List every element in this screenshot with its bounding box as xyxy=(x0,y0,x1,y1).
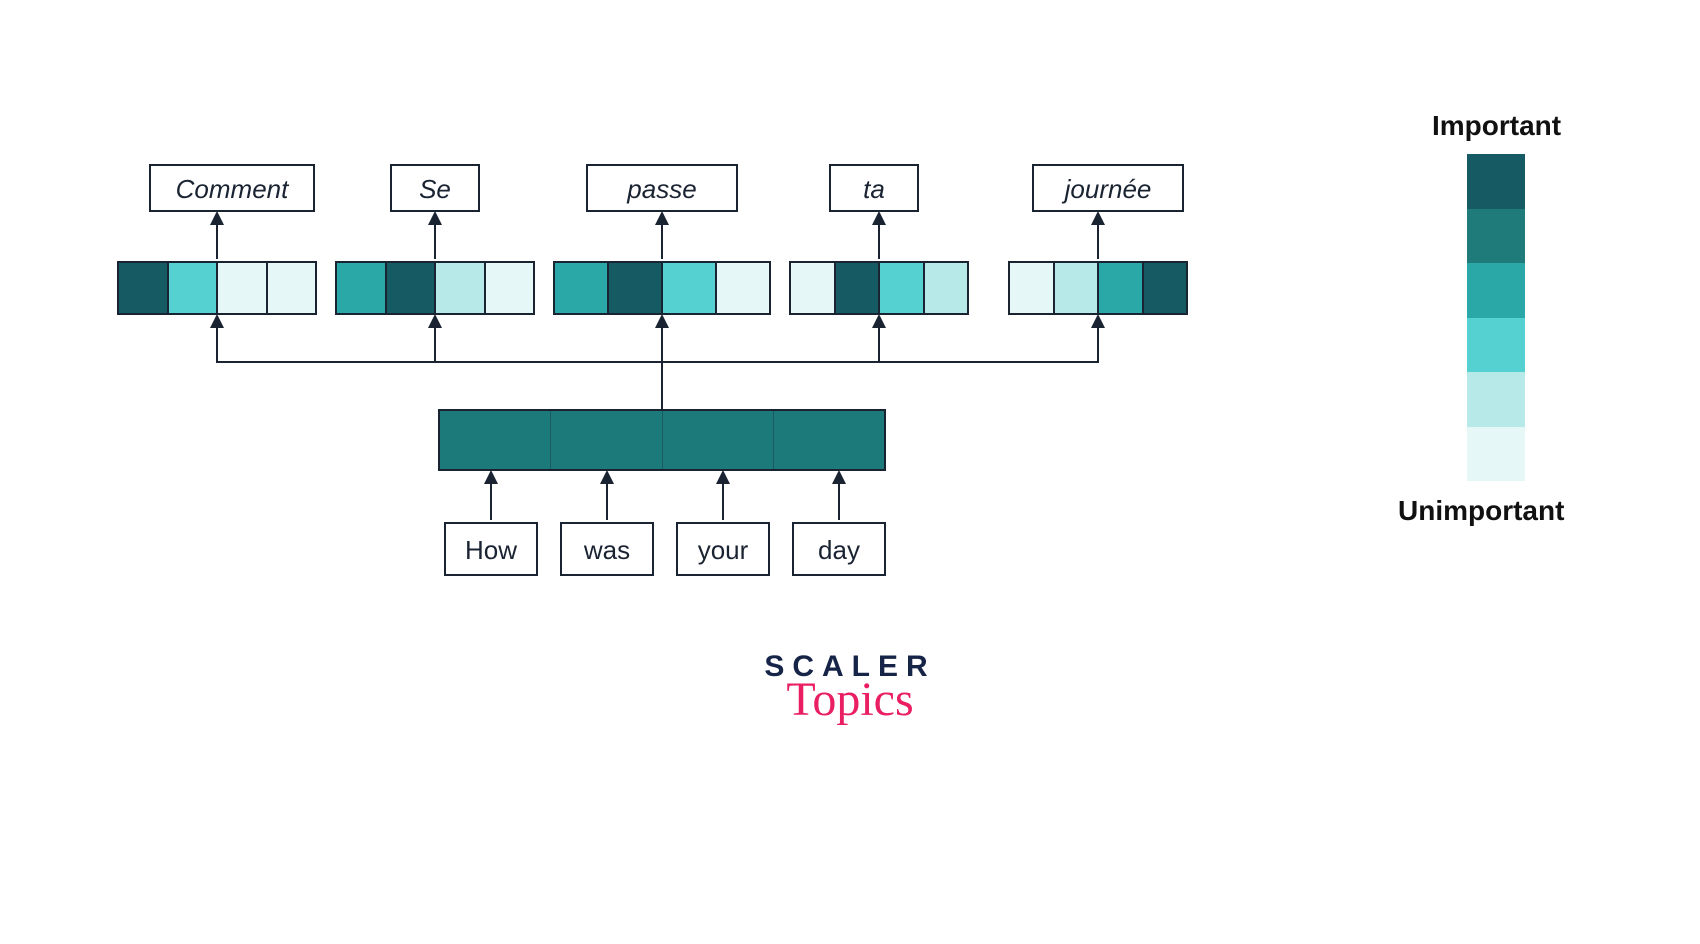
encoder-block xyxy=(438,409,886,471)
attention-diagram: Important Unimportant SCALER Topics Comm… xyxy=(0,0,1700,944)
output-word-4: journée xyxy=(1032,164,1184,212)
attention-strip-1 xyxy=(335,261,535,315)
output-word-3: ta xyxy=(829,164,919,212)
input-word-2: your xyxy=(676,522,770,576)
brand-logo: SCALER Topics xyxy=(0,650,1700,727)
attention-strip-0 xyxy=(117,261,317,315)
output-word-1: Se xyxy=(390,164,480,212)
attention-strip-2 xyxy=(553,261,771,315)
input-word-0: How xyxy=(444,522,538,576)
input-word-1: was xyxy=(560,522,654,576)
brand-line2: Topics xyxy=(0,672,1700,727)
attention-strip-3 xyxy=(789,261,969,315)
input-word-3: day xyxy=(792,522,886,576)
legend-bottom-label: Unimportant xyxy=(1398,495,1564,527)
legend-top-label: Important xyxy=(1432,110,1561,142)
output-word-2: passe xyxy=(586,164,738,212)
output-word-0: Comment xyxy=(149,164,315,212)
attention-strip-4 xyxy=(1008,261,1188,315)
importance-legend xyxy=(1467,154,1525,481)
